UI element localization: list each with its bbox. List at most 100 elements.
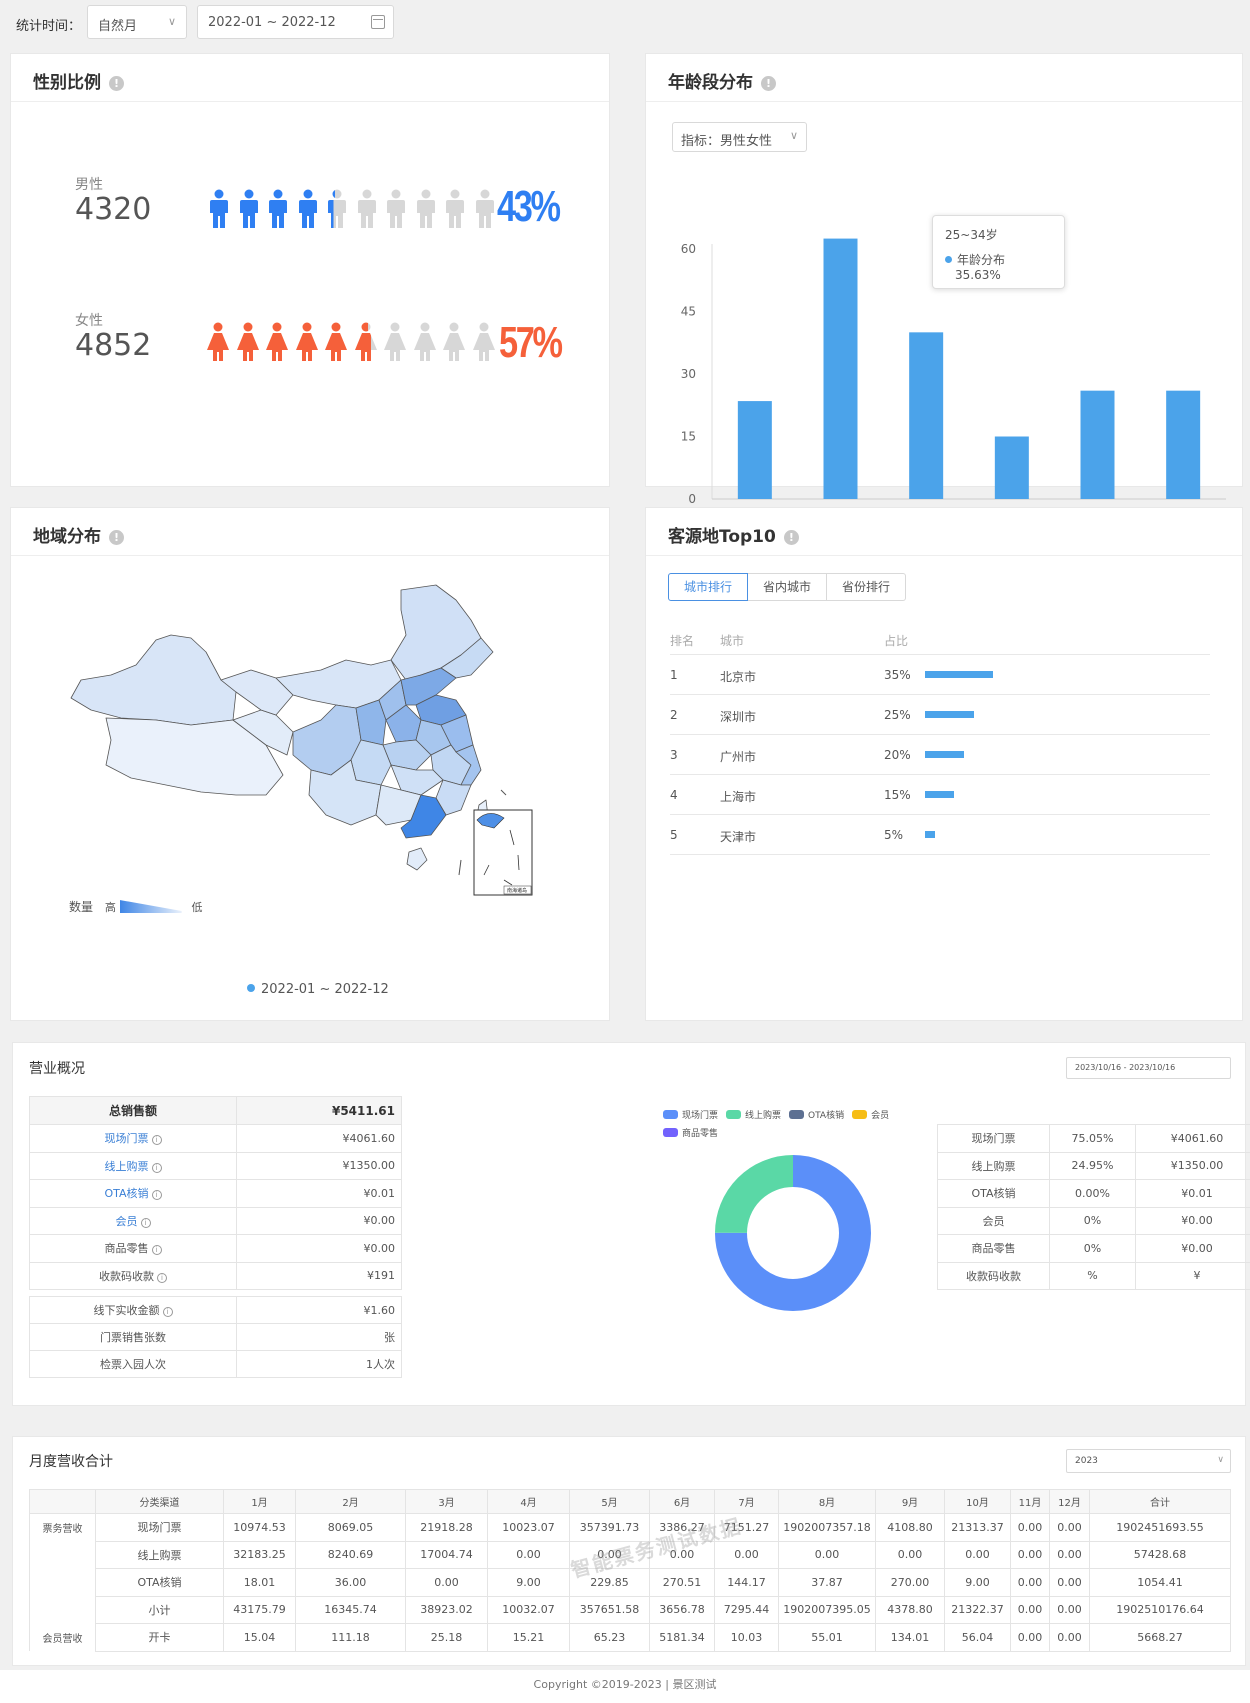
donut-legend-item[interactable]: 商品零售 — [663, 1125, 718, 1143]
info-icon[interactable]: i — [140, 1217, 151, 1228]
map-series-legend[interactable]: 2022-01 ~ 2022-12 — [247, 982, 389, 997]
monthly-cell: 270.00 — [875, 1568, 945, 1597]
male-person-icon — [412, 189, 442, 233]
help-icon[interactable]: ! — [109, 530, 124, 545]
sales-row: 商品零售 i ¥0.00 — [29, 1234, 402, 1263]
share-table: 现场门票 75.05% ¥4061.60 线上购票 24.95% ¥1350.00 OTA核… — [937, 1124, 1250, 1290]
period-value: 自然月 — [98, 19, 138, 34]
sales-table: 总销售额 ¥5411.61 现场门票 i ¥4061.60 线上购票 i ¥1350.00… — [29, 1096, 402, 1290]
age-title: 年龄段分布 — [668, 73, 753, 93]
donut-legend-item[interactable]: 会员 — [852, 1107, 889, 1125]
tab-province-city[interactable]: 省内城市 — [748, 573, 827, 601]
row-city: 上海市 — [720, 790, 757, 804]
info-icon[interactable]: i — [151, 1162, 162, 1173]
info-icon[interactable]: i — [151, 1135, 162, 1146]
help-icon[interactable]: ! — [783, 530, 799, 545]
info-icon[interactable]: i — [157, 1272, 167, 1283]
top10-row[interactable]: 5 天津市 5% — [670, 815, 1210, 855]
sales-label-cell[interactable]: OTA核销 i — [29, 1179, 237, 1208]
female-percent: 57% — [499, 318, 563, 367]
share-label: OTA核销 — [937, 1179, 1050, 1208]
age-card-header: 年龄段分布! — [646, 54, 1242, 102]
share-pct: 24.95% — [1049, 1151, 1136, 1180]
share-row: OTA核销 0.00% ¥0.01 — [937, 1179, 1250, 1208]
donut-slice-1[interactable] — [715, 1155, 794, 1234]
tab-province-rank[interactable]: 省份排行 — [827, 573, 906, 601]
period-select[interactable]: 自然月 ∨ — [87, 5, 187, 39]
sales-label: 收款码收款 — [99, 1269, 154, 1283]
share-row: 线上购票 24.95% ¥1350.00 — [937, 1151, 1250, 1180]
top10-row[interactable]: 2 深圳市 25% — [670, 695, 1210, 735]
share-value: ¥0.00 — [1135, 1234, 1250, 1263]
sales-value: ¥0.00 — [236, 1206, 402, 1235]
monthly-row: 小计 43175.79 16345.74 38923.02 10032.07 357651… — [29, 1595, 1231, 1624]
sales-value: ¥1350.00 — [236, 1151, 402, 1180]
indicator-select[interactable]: 指标：男性女性 ∨ — [672, 122, 807, 152]
chevron-down-icon: ∨ — [1217, 1455, 1224, 1465]
top10-row[interactable]: 4 上海市 15% — [670, 775, 1210, 815]
monthly-cell: 111.18 — [295, 1623, 406, 1652]
top10-title: 客源地Top10 — [668, 527, 776, 547]
monthly-row: 会员营收 开卡 15.04 111.18 25.18 15.21 65.23 5181.34 1… — [29, 1623, 1231, 1652]
footer-bar: Copyright ©2019-2023 | 景区测试 — [0, 1670, 1250, 1703]
monthly-cell: 0.00 — [778, 1540, 876, 1569]
sales-label-cell[interactable]: 线上购票 i — [29, 1151, 237, 1180]
row-pct: 20% — [884, 748, 911, 762]
monthly-header-cell: 3月 — [405, 1489, 488, 1514]
extra-value: 张 — [236, 1323, 402, 1351]
top10-tabs: 城市排行 省内城市 省份排行 — [668, 573, 906, 601]
date-range-picker[interactable]: 2022-01 ~ 2022-12 — [197, 5, 394, 39]
monthly-cell: 36.00 — [295, 1568, 406, 1597]
monthly-cell: 1902007395.05 — [778, 1595, 876, 1624]
male-person-icon — [294, 189, 324, 233]
monthly-cell: 3656.78 — [649, 1595, 715, 1624]
male-person-icon — [382, 189, 412, 233]
business-date-picker[interactable]: 2023/10/16 - 2023/10/16 — [1066, 1057, 1231, 1079]
monthly-cell: 21313.37 — [944, 1513, 1011, 1542]
row-pct: 5% — [884, 828, 904, 842]
share-row: 现场门票 75.05% ¥4061.60 — [937, 1124, 1250, 1153]
legend-swatch — [663, 1128, 678, 1137]
donut-legend-item[interactable]: 线上购票 — [726, 1107, 781, 1125]
donut-legend-item[interactable]: 现场门票 — [663, 1107, 718, 1125]
map-series-label: 2022-01 ~ 2022-12 — [261, 982, 389, 997]
info-icon[interactable]: i — [162, 1307, 173, 1317]
top10-row[interactable]: 3 广州市 20% — [670, 735, 1210, 775]
gender-title: 性别比例 — [33, 73, 101, 93]
donut-legend: 现场门票 线上购票 OTA核销 会员商品零售 — [663, 1107, 923, 1143]
female-people-icons — [205, 322, 500, 366]
top10-row[interactable]: 1 北京市 35% — [670, 655, 1210, 695]
monthly-cell: 21918.28 — [405, 1513, 488, 1542]
monthly-cell: 37.87 — [778, 1568, 876, 1597]
help-icon[interactable]: ! — [109, 76, 124, 91]
donut-legend-item[interactable]: OTA核销 — [789, 1107, 844, 1125]
tab-city-rank[interactable]: 城市排行 — [668, 573, 748, 601]
info-icon[interactable]: i — [151, 1190, 162, 1201]
help-icon[interactable]: ! — [761, 76, 776, 91]
date-range-value: 2022-01 ~ 2022-12 — [208, 15, 336, 30]
y-tick-label: 45 — [681, 305, 696, 319]
female-person-icon — [205, 322, 235, 366]
gender-card-header: 性别比例! — [11, 54, 609, 102]
total-value: ¥5411.61 — [236, 1096, 402, 1125]
sales-label-cell[interactable]: 会员 i — [29, 1206, 237, 1235]
info-icon[interactable]: i — [151, 1245, 162, 1256]
monthly-header-cell: 分类渠道 — [95, 1489, 224, 1514]
sales-row: 线上购票 i ¥1350.00 — [29, 1151, 402, 1180]
male-person-icon — [353, 189, 383, 233]
share-label: 线上购票 — [937, 1151, 1050, 1180]
sales-label-cell[interactable]: 现场门票 i — [29, 1124, 237, 1153]
series-dot — [945, 256, 952, 263]
sales-row: 收款码收款 i ¥191 — [29, 1261, 402, 1290]
monthly-cell: 1054.41 — [1089, 1568, 1231, 1597]
share-label: 收款码收款 — [937, 1261, 1050, 1290]
female-person-icon — [470, 322, 501, 366]
monthly-cell: 16345.74 — [295, 1595, 406, 1624]
monthly-header-cell: 2月 — [295, 1489, 406, 1514]
extra-label-cell: 线下实收金额 i — [29, 1296, 237, 1324]
china-map[interactable]: 南海诸岛 — [61, 580, 571, 940]
monthly-header-cell: 8月 — [778, 1489, 876, 1514]
year-select[interactable]: 2023 ∨ — [1066, 1449, 1231, 1473]
footer-text: Copyright ©2019-2023 | 景区测试 — [533, 1678, 717, 1691]
monthly-cell: 现场门票 — [95, 1513, 224, 1542]
